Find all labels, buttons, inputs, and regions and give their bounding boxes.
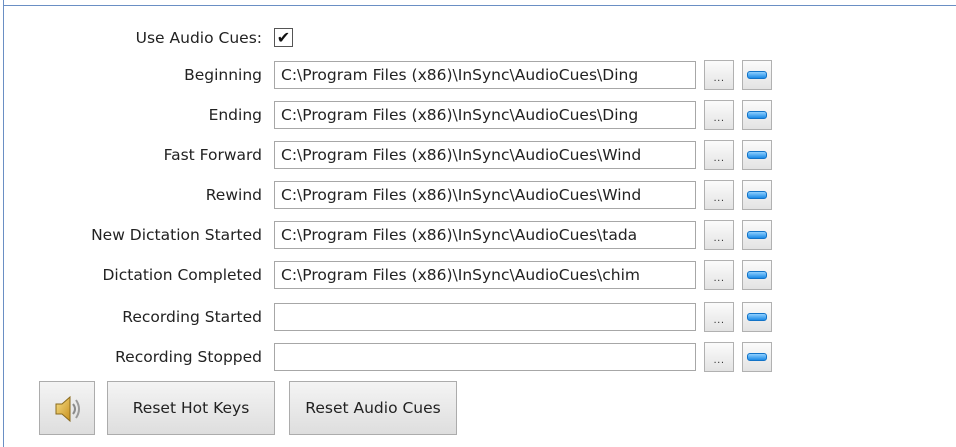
path-field-rewind[interactable]: C:\Program Files (x86)\InSync\AudioCues\…: [274, 181, 696, 209]
browse-ellipsis: ...: [713, 273, 725, 284]
path-field-fast-forward[interactable]: C:\Program Files (x86)\InSync\AudioCues\…: [274, 141, 696, 169]
row-label-recording-started: Recording Started: [122, 308, 262, 326]
browse-ellipsis: ...: [713, 113, 725, 124]
browse-ellipsis: ...: [713, 73, 725, 84]
use-audio-cues-label: Use Audio Cues:: [135, 29, 262, 47]
play-button-ending[interactable]: [742, 100, 772, 130]
play-sound-icon: [747, 191, 767, 199]
play-button-dictation-completed[interactable]: [742, 260, 772, 290]
browse-ellipsis: ...: [713, 355, 725, 366]
browse-button-ending[interactable]: ...: [704, 100, 734, 130]
play-sound-icon: [747, 231, 767, 239]
checkmark-icon: ✔: [276, 28, 291, 47]
play-sound-icon: [747, 111, 767, 119]
row-label-new-dictation-started: New Dictation Started: [91, 226, 262, 244]
play-button-recording-stopped[interactable]: [742, 342, 772, 372]
play-button-recording-started[interactable]: [742, 302, 772, 332]
browse-ellipsis: ...: [713, 315, 725, 326]
speaker-icon: [55, 395, 80, 423]
browse-button-new-dictation-started[interactable]: ...: [704, 220, 734, 250]
play-button-new-dictation-started[interactable]: [742, 220, 772, 250]
use-audio-cues-checkbox[interactable]: ✔: [274, 28, 293, 47]
path-field-ending[interactable]: C:\Program Files (x86)\InSync\AudioCues\…: [274, 101, 696, 129]
play-button-beginning[interactable]: [742, 60, 772, 90]
play-button-rewind[interactable]: [742, 180, 772, 210]
reset-hot-keys-button[interactable]: Reset Hot Keys: [107, 381, 275, 435]
test-sound-button[interactable]: [39, 381, 95, 435]
browse-ellipsis: ...: [713, 153, 725, 164]
play-sound-icon: [747, 271, 767, 279]
row-label-recording-stopped: Recording Stopped: [115, 348, 262, 366]
browse-button-beginning[interactable]: ...: [704, 60, 734, 90]
browse-button-dictation-completed[interactable]: ...: [704, 260, 734, 290]
play-sound-icon: [747, 313, 767, 321]
path-field-dictation-completed[interactable]: C:\Program Files (x86)\InSync\AudioCues\…: [274, 261, 696, 289]
row-label-dictation-completed: Dictation Completed: [102, 266, 263, 284]
path-field-beginning[interactable]: C:\Program Files (x86)\InSync\AudioCues\…: [274, 61, 696, 89]
row-label-rewind: Rewind: [205, 186, 262, 204]
row-label-fast-forward: Fast Forward: [163, 146, 262, 164]
path-field-recording-stopped[interactable]: [274, 343, 696, 371]
play-sound-icon: [747, 71, 767, 79]
browse-button-rewind[interactable]: ...: [704, 180, 734, 210]
row-label-beginning: Beginning: [184, 66, 262, 84]
path-field-new-dictation-started[interactable]: C:\Program Files (x86)\InSync\AudioCues\…: [274, 221, 696, 249]
browse-button-fast-forward[interactable]: ...: [704, 140, 734, 170]
browse-button-recording-stopped[interactable]: ...: [704, 342, 734, 372]
path-field-recording-started[interactable]: [274, 303, 696, 331]
window-frame-top: [4, 0, 956, 6]
play-sound-icon: [747, 353, 767, 361]
browse-button-recording-started[interactable]: ...: [704, 302, 734, 332]
browse-ellipsis: ...: [713, 193, 725, 204]
play-button-fast-forward[interactable]: [742, 140, 772, 170]
row-label-ending: Ending: [208, 106, 262, 124]
play-sound-icon: [747, 151, 767, 159]
reset-audio-cues-button[interactable]: Reset Audio Cues: [289, 381, 457, 435]
browse-ellipsis: ...: [713, 233, 725, 244]
